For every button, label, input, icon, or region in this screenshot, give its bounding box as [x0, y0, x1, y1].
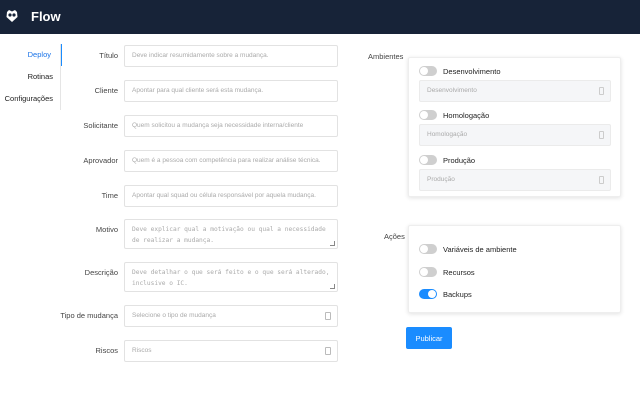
- acao-row-recursos: Recursos: [419, 266, 475, 278]
- field-label: Tipo de mudança: [60, 311, 118, 320]
- motivo-textarea[interactable]: Deve explicar qual a motivação ou qual a…: [124, 219, 338, 249]
- form-row-solicitante: Solicitante Quem solicitou a mudança sej…: [70, 115, 340, 137]
- acao-row-backups: Backups: [419, 288, 472, 300]
- select-placeholder: Produção: [427, 176, 455, 183]
- textarea-placeholder: Deve detalhar o que será feito e o que s…: [132, 269, 330, 287]
- form-row-cliente: Cliente Apontar para qual cliente será e…: [70, 80, 340, 102]
- toggle-label: Recursos: [443, 267, 475, 277]
- select-placeholder: Selecione o tipo de mudança: [132, 312, 216, 319]
- variaveis-toggle[interactable]: [419, 244, 437, 254]
- producao-toggle[interactable]: [419, 155, 437, 165]
- top-bar: Flow: [0, 0, 640, 34]
- textarea-placeholder: Deve explicar qual a motivação ou qual a…: [132, 226, 326, 244]
- form-row-titulo: Título Deve indicar resumidamente sobre …: [70, 45, 340, 67]
- toggle-label: Produção: [443, 155, 476, 165]
- input-placeholder: Quem é a pessoa com competência para rea…: [132, 157, 321, 164]
- nav-divider: [60, 44, 61, 110]
- field-label: Título: [99, 51, 118, 60]
- sidebar-item-rotinas[interactable]: Rotinas: [0, 66, 62, 88]
- cliente-input[interactable]: Apontar para qual cliente será esta muda…: [124, 80, 338, 102]
- acoes-card: Variáveis de ambiente Recursos Backups: [408, 225, 621, 313]
- select-placeholder: Homologação: [427, 131, 468, 138]
- input-placeholder: Apontar para qual cliente será esta muda…: [132, 87, 264, 94]
- ambiente-row-homologacao: Homologação: [419, 109, 489, 121]
- field-label: Cliente: [94, 86, 118, 95]
- select-arrow-icon: [599, 176, 604, 184]
- producao-select[interactable]: Produção: [419, 169, 611, 191]
- toggle-label: Variáveis de ambiente: [443, 244, 517, 254]
- form-row-riscos: Riscos Riscos: [70, 340, 340, 362]
- field-label: Riscos: [95, 346, 118, 355]
- descricao-textarea[interactable]: Deve detalhar o que será feito e o que s…: [124, 262, 338, 292]
- ambientes-label: Ambientes: [368, 52, 404, 61]
- ambiente-row-producao: Produção: [419, 154, 475, 166]
- form-row-time: Time Apontar qual squad ou célula respon…: [70, 185, 340, 207]
- ambiente-row-desenvolvimento: Desenvolvimento: [419, 65, 501, 77]
- select-placeholder: Riscos: [132, 347, 152, 354]
- owl-logo-icon[interactable]: [5, 9, 19, 23]
- input-placeholder: Deve indicar resumidamente sobre a mudan…: [132, 52, 269, 59]
- input-placeholder: Quem solicitou a mudança seja necessidad…: [132, 122, 304, 129]
- ambientes-card: Desenvolvimento Desenvolvimento Homologa…: [408, 57, 621, 197]
- sidebar-item-deploy[interactable]: Deploy: [0, 44, 62, 66]
- acoes-label: Ações: [384, 232, 405, 241]
- form-row-aprovador: Aprovador Quem é a pessoa com competênci…: [70, 150, 340, 172]
- toggle-label: Backups: [443, 289, 472, 299]
- titulo-input[interactable]: Deve indicar resumidamente sobre a mudan…: [124, 45, 338, 67]
- toggle-label: Desenvolvimento: [443, 66, 501, 76]
- resize-grip-icon[interactable]: [329, 241, 336, 246]
- resize-grip-icon[interactable]: [329, 284, 336, 289]
- aprovador-input[interactable]: Quem é a pessoa com competência para rea…: [124, 150, 338, 172]
- recursos-toggle[interactable]: [419, 267, 437, 277]
- desenvolvimento-toggle[interactable]: [419, 66, 437, 76]
- form-row-motivo: Motivo Deve explicar qual a motivação ou…: [70, 219, 340, 249]
- select-arrow-icon: [325, 312, 331, 320]
- desenvolvimento-select[interactable]: Desenvolvimento: [419, 80, 611, 102]
- homologacao-select[interactable]: Homologação: [419, 124, 611, 146]
- input-placeholder: Apontar qual squad ou célula responsável…: [132, 192, 316, 199]
- field-label: Descrição: [84, 268, 118, 277]
- tipo-mudanca-select[interactable]: Selecione o tipo de mudança: [124, 305, 338, 327]
- form-row-descricao: Descrição Deve detalhar o que será feito…: [70, 262, 340, 292]
- field-label: Time: [101, 191, 118, 200]
- riscos-select[interactable]: Riscos: [124, 340, 338, 362]
- acao-row-variaveis: Variáveis de ambiente: [419, 243, 517, 255]
- field-label: Aprovador: [83, 156, 118, 165]
- toggle-label: Homologação: [443, 110, 490, 120]
- homologacao-toggle[interactable]: [419, 110, 437, 120]
- select-arrow-icon: [325, 347, 331, 355]
- time-input[interactable]: Apontar qual squad ou célula responsável…: [124, 185, 338, 207]
- app-title: Flow: [31, 9, 61, 24]
- form-row-tipo-mudanca: Tipo de mudança Selecione o tipo de muda…: [60, 305, 340, 327]
- select-placeholder: Desenvolvimento: [427, 87, 477, 94]
- select-arrow-icon: [599, 131, 604, 139]
- field-label: Solicitante: [83, 121, 118, 130]
- select-arrow-icon: [599, 87, 604, 95]
- backups-toggle[interactable]: [419, 289, 437, 299]
- publish-button[interactable]: Publicar: [406, 327, 452, 349]
- solicitante-input[interactable]: Quem solicitou a mudança seja necessidad…: [124, 115, 338, 137]
- sidebar-item-configuracoes[interactable]: Configurações: [0, 88, 62, 110]
- field-label: Motivo: [95, 225, 118, 234]
